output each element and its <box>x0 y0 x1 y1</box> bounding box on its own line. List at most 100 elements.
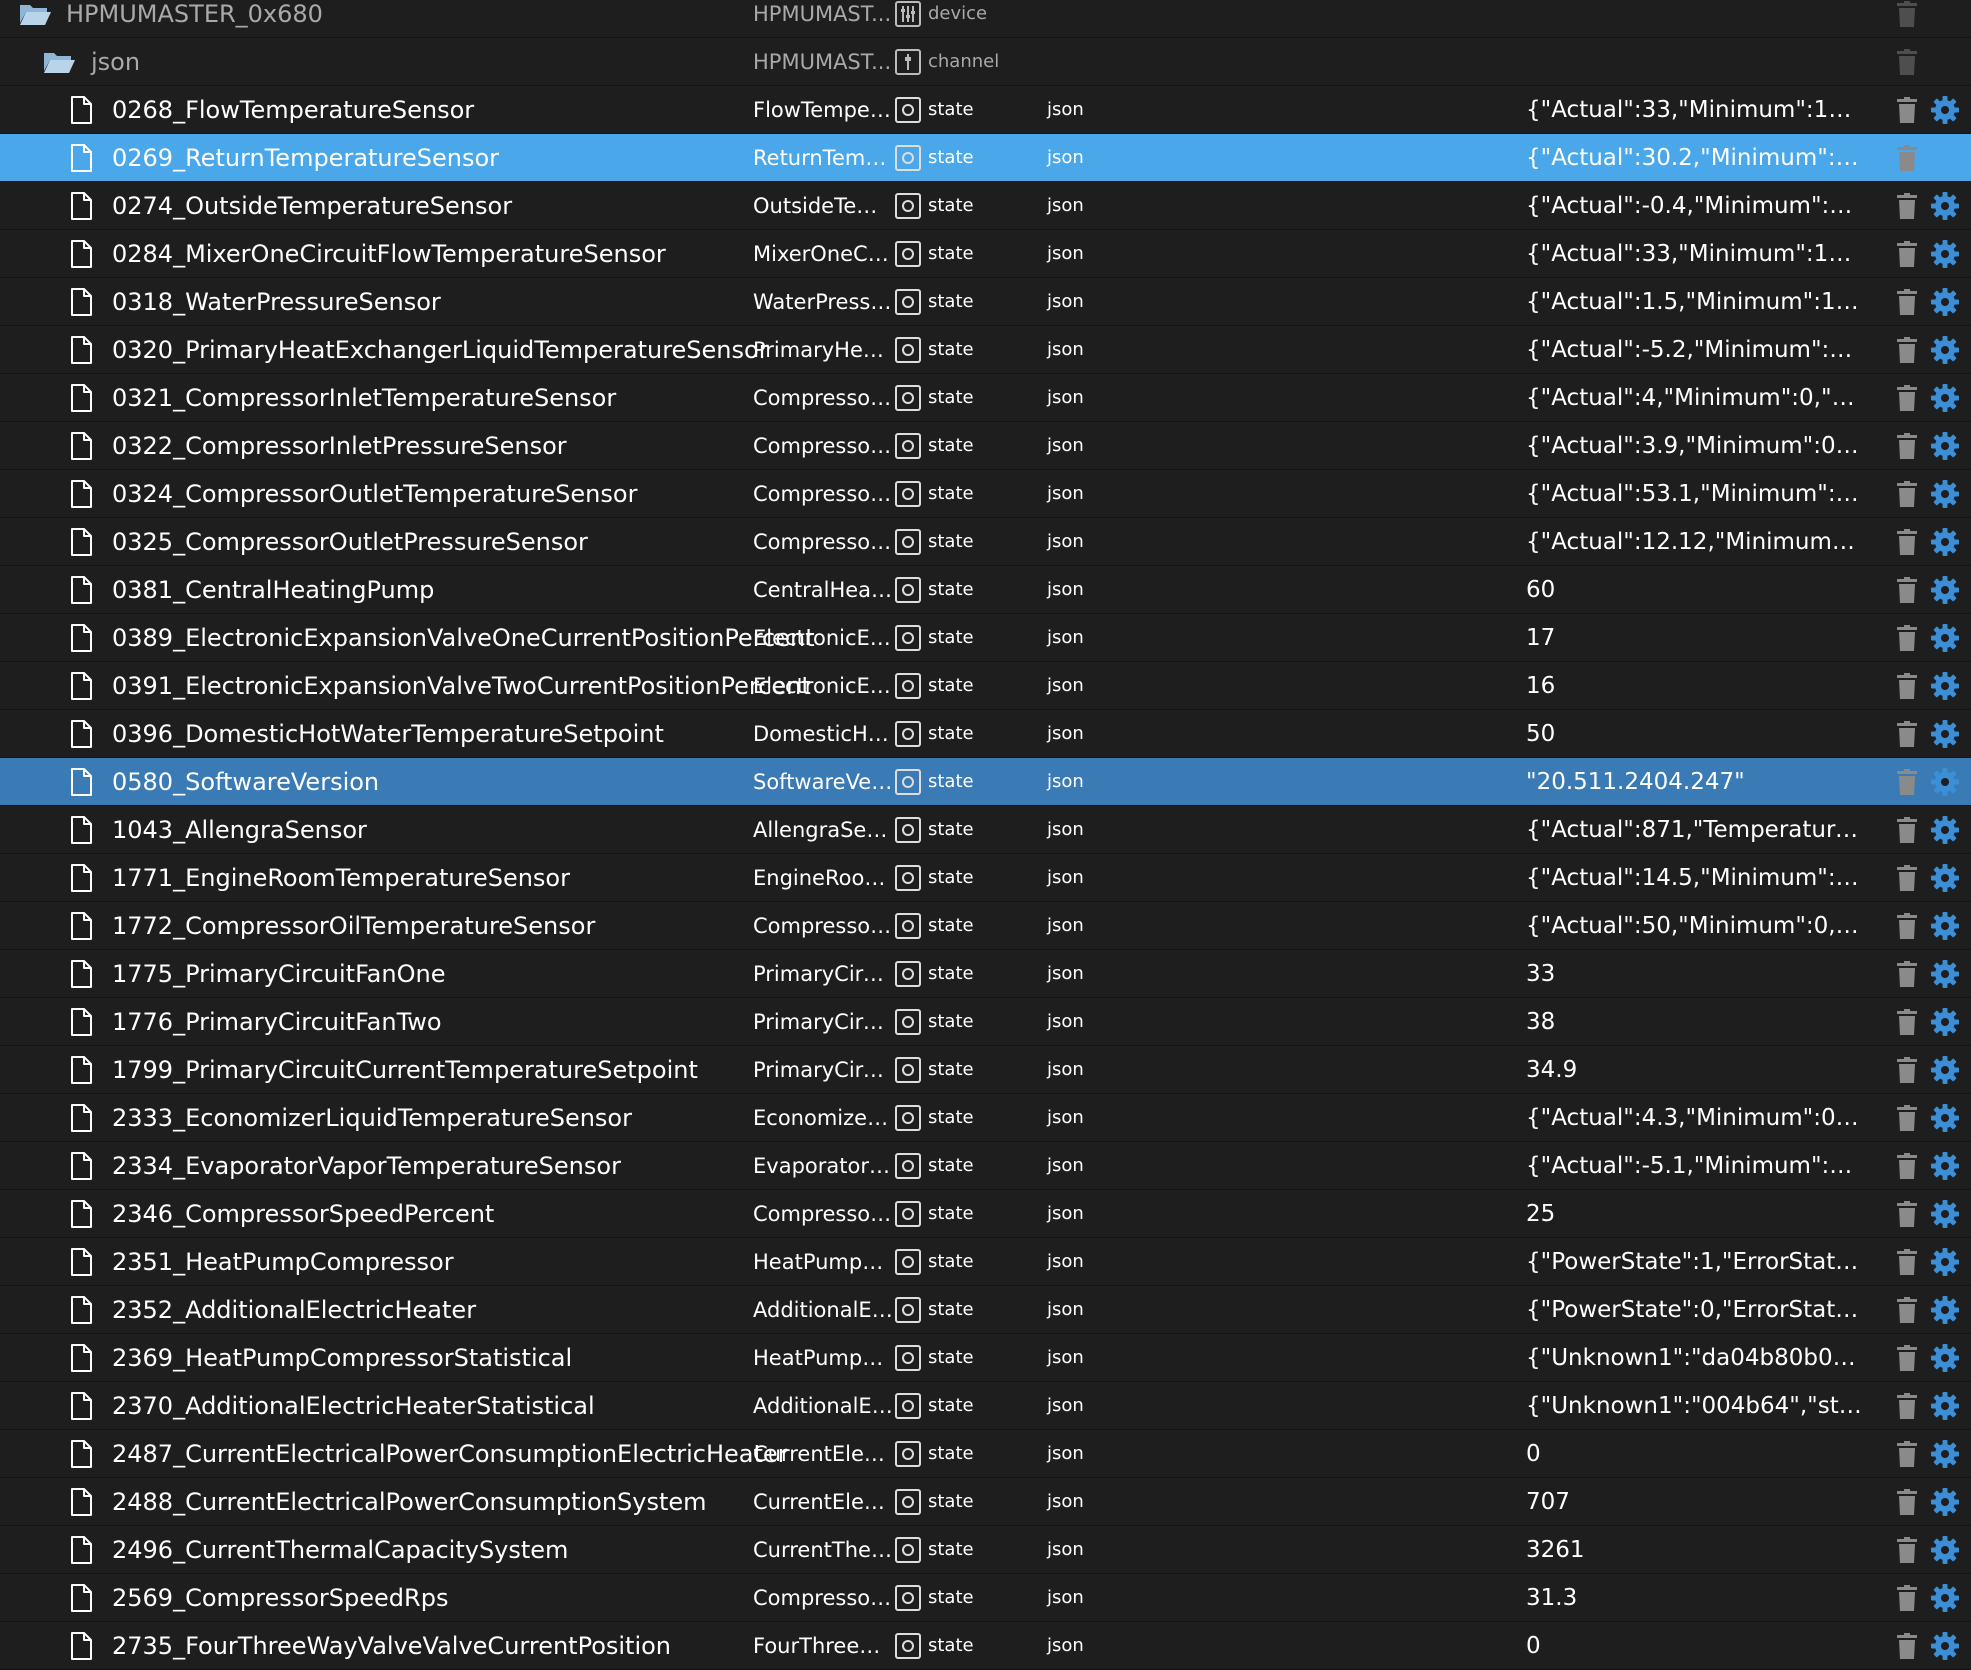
settings-gear-icon[interactable] <box>1930 1007 1960 1037</box>
delete-state-button[interactable] <box>1896 384 1918 411</box>
settings-gear-icon[interactable] <box>1930 1151 1960 1181</box>
settings-gear-icon[interactable] <box>1930 575 1960 605</box>
state-value[interactable]: {"Actual":1.5,"Minimum":1.3,"... <box>1526 278 1862 326</box>
state-value[interactable]: {"Actual":33,"Minimum":18.7,... <box>1526 230 1862 278</box>
state-value[interactable]: 33 <box>1526 950 1862 998</box>
delete-state-button[interactable] <box>1896 1344 1918 1371</box>
state-value[interactable]: {"Unknown1":"004b64","start... <box>1526 1382 1862 1430</box>
delete-state-button[interactable] <box>1896 480 1918 507</box>
state-value[interactable]: {"Actual":12.12,"Minimum":0,... <box>1526 518 1862 566</box>
state-value[interactable]: 34.9 <box>1526 1046 1862 1094</box>
state-row[interactable]: 2569_CompressorSpeedRps CompressorS... sta… <box>0 1574 1971 1622</box>
settings-gear-icon[interactable] <box>1930 431 1960 461</box>
settings-gear-icon[interactable] <box>1930 959 1960 989</box>
settings-gear-icon[interactable] <box>1930 335 1960 365</box>
state-row[interactable]: 0318_WaterPressureSensor WaterPressur... s… <box>0 278 1971 326</box>
settings-gear-icon[interactable] <box>1930 767 1960 797</box>
state-row[interactable]: 2496_CurrentThermalCapacitySystem Current… <box>0 1526 1971 1574</box>
settings-gear-icon[interactable] <box>1930 911 1960 941</box>
delete-state-button[interactable] <box>1896 576 1918 603</box>
state-row[interactable]: 0396_DomesticHotWaterTemperatureSetpoint… <box>0 710 1971 758</box>
delete-state-button[interactable] <box>1896 1248 1918 1275</box>
state-value[interactable]: {"Actual":14.5,"Minimum":0,"... <box>1526 854 1862 902</box>
delete-state-button[interactable] <box>1896 864 1918 891</box>
state-value[interactable]: 60 <box>1526 566 1862 614</box>
delete-state-button[interactable] <box>1896 1008 1918 1035</box>
settings-gear-icon[interactable] <box>1930 527 1960 557</box>
state-row[interactable]: 2352_AdditionalElectricHeater AdditionalE… <box>0 1286 1971 1334</box>
settings-gear-icon[interactable] <box>1930 191 1960 221</box>
state-row[interactable]: 2346_CompressorSpeedPercent CompressorS..… <box>0 1190 1971 1238</box>
settings-gear-icon[interactable] <box>1930 1583 1960 1613</box>
state-row[interactable]: 0284_MixerOneCircuitFlowTemperatureSenso… <box>0 230 1971 278</box>
state-row[interactable]: 0274_OutsideTemperatureSensor OutsideTemp… <box>0 182 1971 230</box>
state-value[interactable]: {"Unknown1":"da04b80b080... <box>1526 1334 1862 1382</box>
state-value[interactable]: {"PowerState":1,"ErrorState":0} <box>1526 1238 1862 1286</box>
state-value[interactable]: 31.3 <box>1526 1574 1862 1622</box>
delete-state-button[interactable] <box>1896 144 1918 171</box>
delete-state-button[interactable] <box>1896 768 1918 795</box>
state-row[interactable]: 0324_CompressorOutletTemperatureSensor Co… <box>0 470 1971 518</box>
settings-gear-icon[interactable] <box>1930 287 1960 317</box>
state-row[interactable]: 1776_PrimaryCircuitFanTwo PrimaryCircui..… <box>0 998 1971 1046</box>
delete-state-button[interactable] <box>1896 336 1918 363</box>
state-value[interactable]: "20.511.2404.247" <box>1526 758 1862 806</box>
settings-gear-icon[interactable] <box>1930 239 1960 269</box>
state-value[interactable]: {"Actual":4.3,"Minimum":0,"M... <box>1526 1094 1862 1142</box>
delete-state-button[interactable] <box>1896 816 1918 843</box>
folder-open-icon[interactable] <box>42 49 76 75</box>
delete-state-button[interactable] <box>1896 624 1918 651</box>
delete-state-button[interactable] <box>1896 1056 1918 1083</box>
delete-channel-button[interactable] <box>1896 48 1918 75</box>
state-value[interactable]: {"Actual":-0.4,"Minimum":0,"... <box>1526 182 1862 230</box>
delete-state-button[interactable] <box>1896 1104 1918 1131</box>
state-value[interactable]: {"Actual":-5.2,"Minimum":0,"... <box>1526 326 1862 374</box>
state-row[interactable]: 0322_CompressorInletPressureSensor Compre… <box>0 422 1971 470</box>
device-row[interactable]: HPMUMASTER_0x680 HPMUMAST... device <box>0 0 1971 38</box>
delete-state-button[interactable] <box>1896 960 1918 987</box>
state-value[interactable]: 50 <box>1526 710 1862 758</box>
state-value[interactable]: 38 <box>1526 998 1862 1046</box>
state-value[interactable]: {"Actual":871,"Temperature":... <box>1526 806 1862 854</box>
state-value[interactable]: {"Actual":50,"Minimum":0,"M... <box>1526 902 1862 950</box>
delete-state-button[interactable] <box>1896 432 1918 459</box>
state-value[interactable]: 16 <box>1526 662 1862 710</box>
state-row[interactable]: 2369_HeatPumpCompressorStatistical HeatPu… <box>0 1334 1971 1382</box>
state-row[interactable]: 0580_SoftwareVersion SoftwareVers... state… <box>0 758 1971 806</box>
state-value[interactable]: 0 <box>1526 1430 1862 1478</box>
settings-gear-icon[interactable] <box>1930 719 1960 749</box>
settings-gear-icon[interactable] <box>1930 479 1960 509</box>
state-value[interactable]: 0 <box>1526 1622 1862 1670</box>
channel-row[interactable]: json HPMUMAST... channel <box>0 38 1971 86</box>
delete-state-button[interactable] <box>1896 1200 1918 1227</box>
settings-gear-icon[interactable] <box>1930 1439 1960 1469</box>
state-row[interactable]: 2351_HeatPumpCompressor HeatPumpCo... stat… <box>0 1238 1971 1286</box>
state-value[interactable]: 707 <box>1526 1478 1862 1526</box>
delete-state-button[interactable] <box>1896 1584 1918 1611</box>
state-row[interactable]: 0321_CompressorInletTemperatureSensor Com… <box>0 374 1971 422</box>
delete-state-button[interactable] <box>1896 912 1918 939</box>
delete-state-button[interactable] <box>1896 96 1918 123</box>
settings-gear-icon[interactable] <box>1930 1535 1960 1565</box>
state-row[interactable]: 2334_EvaporatorVaporTemperatureSensor Eva… <box>0 1142 1971 1190</box>
state-row[interactable]: 1799_PrimaryCircuitCurrentTemperatureSet… <box>0 1046 1971 1094</box>
folder-open-icon[interactable] <box>18 1 52 27</box>
state-row[interactable]: 2333_EconomizerLiquidTemperatureSensor Ec… <box>0 1094 1971 1142</box>
state-value[interactable]: {"Actual":30.2,"Minimum":18.... <box>1526 134 1862 182</box>
settings-gear-icon[interactable] <box>1930 1055 1960 1085</box>
state-row[interactable]: 2488_CurrentElectricalPowerConsumptionSy… <box>0 1478 1971 1526</box>
state-row[interactable]: 0320_PrimaryHeatExchangerLiquidTemperatu… <box>0 326 1971 374</box>
state-row[interactable]: 2735_FourThreeWayValveValveCurrentPositi… <box>0 1622 1971 1670</box>
delete-state-button[interactable] <box>1896 1296 1918 1323</box>
settings-gear-icon[interactable] <box>1930 1103 1960 1133</box>
delete-state-button[interactable] <box>1896 720 1918 747</box>
state-value[interactable]: 25 <box>1526 1190 1862 1238</box>
settings-gear-icon[interactable] <box>1930 1199 1960 1229</box>
state-row[interactable]: 0269_ReturnTemperatureSensor ReturnTempe.… <box>0 134 1971 182</box>
settings-gear-icon[interactable] <box>1930 1487 1960 1517</box>
delete-state-button[interactable] <box>1896 1392 1918 1419</box>
delete-state-button[interactable] <box>1896 1440 1918 1467</box>
delete-state-button[interactable] <box>1896 240 1918 267</box>
delete-state-button[interactable] <box>1896 1488 1918 1515</box>
state-value[interactable]: {"Actual":3.9,"Minimum":0,"M... <box>1526 422 1862 470</box>
